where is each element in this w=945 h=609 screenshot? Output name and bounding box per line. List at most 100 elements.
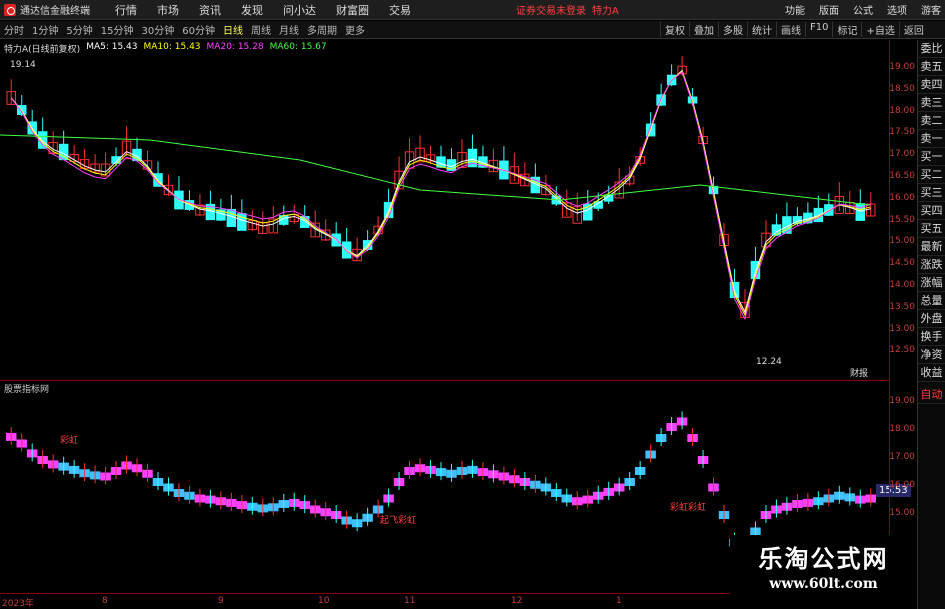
price-tick: 15.50 — [889, 214, 915, 225]
side-item[interactable]: 卖二 — [918, 112, 945, 130]
side-item[interactable]: 自动 — [918, 386, 945, 404]
period-5min[interactable]: 5分钟 — [62, 22, 96, 37]
side-item[interactable]: 换手 — [918, 328, 945, 346]
price-tick: 13.50 — [889, 301, 915, 312]
period-bar: 分时 1分钟 5分钟 15分钟 30分钟 60分钟 日线 周线 月线 多周期 更… — [0, 21, 945, 39]
period-more[interactable]: 更多 — [341, 22, 369, 37]
menu-quotes[interactable]: 行情 — [105, 2, 147, 18]
side-item[interactable]: 买四 — [918, 202, 945, 220]
moving-average-line — [10, 70, 871, 317]
moving-average-line — [10, 71, 871, 321]
price-tick: 19.00 — [889, 62, 915, 72]
low-annotation: 12.24 — [756, 357, 782, 367]
indicator-tick: 15.00 — [889, 508, 915, 518]
tool-watchlist[interactable]: +自选 — [861, 22, 898, 37]
indicator-label-2: 起飞彩虹 — [380, 516, 417, 526]
candle-body — [855, 203, 866, 221]
x-tick: 9 — [218, 596, 224, 606]
indicator-tick: 16.00 — [889, 480, 915, 490]
period-timeshare[interactable]: 分时 — [0, 22, 28, 37]
options-button[interactable]: 选项 — [887, 2, 907, 17]
side-item[interactable]: 涨跌 — [918, 256, 945, 274]
tool-draw[interactable]: 画线 — [776, 22, 805, 37]
menu-wealth[interactable]: 财富圈 — [326, 2, 379, 18]
side-item[interactable]: 收益 — [918, 364, 945, 382]
price-tick: 15.00 — [889, 236, 915, 247]
period-monthly[interactable]: 月线 — [275, 22, 303, 37]
period-multi[interactable]: 多周期 — [303, 22, 341, 37]
indicator-tick: 19.00 — [889, 396, 915, 406]
menu-discover[interactable]: 发现 — [231, 2, 273, 18]
tool-overlay[interactable]: 叠加 — [689, 22, 718, 37]
menu-market[interactable]: 市场 — [147, 2, 189, 18]
indicator-label-1: 彩虹 — [60, 436, 79, 446]
side-item[interactable]: 委比 — [918, 40, 945, 58]
tool-f10[interactable]: F10 — [805, 22, 832, 37]
tool-adjust[interactable]: 复权 — [660, 22, 689, 37]
formula-button[interactable]: 公式 — [853, 2, 873, 17]
watermark-title: 乐淘公式网 — [758, 545, 889, 573]
quote-side-panel: 委比 卖五 卖四 卖三 卖二 卖一 买一 买二 买三 买四 买五 最新 涨跌 涨幅 总量 外盘 换手 净资 收益自动 — [917, 40, 945, 609]
side-item[interactable]: 最新 — [918, 238, 945, 256]
x-tick: 8 — [102, 596, 108, 606]
menu-news[interactable]: 资讯 — [189, 2, 231, 18]
x-tick: 10 — [318, 596, 330, 606]
report-marker: 财报 — [850, 369, 869, 379]
price-tick: 13.00 — [889, 323, 915, 334]
period-15min[interactable]: 15分钟 — [97, 22, 138, 37]
side-item[interactable]: 卖三 — [918, 94, 945, 112]
side-item[interactable]: 买五 — [918, 220, 945, 238]
menu-ask[interactable]: 问小达 — [273, 2, 326, 18]
price-tick: 18.50 — [889, 83, 915, 94]
side-item[interactable]: 涨幅 — [918, 274, 945, 292]
app-title: 通达信金融终端 — [20, 6, 90, 17]
tool-multi[interactable]: 多股 — [718, 22, 747, 37]
indicator-tick: 17.00 — [889, 452, 915, 462]
period-30min[interactable]: 30分钟 — [137, 22, 178, 37]
watermark: 乐淘公式网 www.60lt.com — [730, 535, 917, 601]
side-item[interactable]: 卖一 — [918, 130, 945, 148]
price-tick: 16.50 — [889, 171, 915, 181]
price-tick: 17.00 — [889, 149, 915, 160]
price-tick: 14.50 — [889, 258, 915, 269]
period-daily[interactable]: 日线 — [219, 22, 247, 37]
function-button[interactable]: 功能 — [785, 2, 805, 17]
tool-stats[interactable]: 统计 — [747, 22, 776, 37]
price-axis: 19.00 18.50 18.00 17.50 17.00 16.50 16.00 15.50… — [889, 40, 917, 593]
x-tick: 2023年 — [2, 599, 34, 609]
watermark-url: www.60lt.com — [769, 576, 878, 592]
side-item[interactable]: 卖五 — [918, 58, 945, 76]
price-tick: 12.50 — [889, 345, 915, 356]
tool-back[interactable]: 返回 — [898, 22, 928, 37]
side-item[interactable]: 买一 — [918, 148, 945, 166]
current-stock: 特力A — [592, 6, 619, 17]
price-tick: 16.00 — [889, 192, 915, 203]
price-tick: 17.50 — [889, 127, 915, 138]
candle-body — [299, 216, 310, 228]
price-tick: 14.00 — [889, 280, 915, 290]
side-item[interactable]: 外盘 — [918, 310, 945, 328]
layout-button[interactable]: 版面 — [819, 2, 839, 17]
side-item[interactable]: 卖四 — [918, 76, 945, 94]
menu-trade[interactable]: 交易 — [379, 2, 421, 18]
side-item[interactable]: 净资 — [918, 346, 945, 364]
guest-button[interactable]: 游客 — [921, 2, 941, 17]
x-tick: 11 — [404, 596, 416, 606]
period-60min[interactable]: 60分钟 — [178, 22, 219, 37]
side-item[interactable]: 买三 — [918, 184, 945, 202]
x-tick: 1 — [616, 596, 622, 606]
period-weekly[interactable]: 周线 — [247, 22, 275, 37]
tool-mark[interactable]: 标记 — [832, 22, 861, 37]
period-1min[interactable]: 1分钟 — [28, 22, 62, 37]
app-logo: 通达信金融终端 — [0, 2, 105, 17]
candle-body — [226, 208, 237, 228]
side-item[interactable]: 买二 — [918, 166, 945, 184]
price-tick: 18.00 — [889, 105, 915, 116]
candlestick-chart[interactable] — [0, 40, 889, 378]
high-annotation: 19.14 — [10, 60, 36, 70]
indicator-label-3: 彩虹彩虹 — [670, 503, 707, 513]
side-item[interactable]: 总量 — [918, 292, 945, 310]
x-tick: 12 — [511, 596, 523, 606]
menu-bar: 通达信金融终端 行情 市场 资讯 发现 问小达 财富圈 交易 证券交易未登录 特… — [0, 0, 945, 20]
login-status[interactable]: 证券交易未登录 — [516, 2, 586, 17]
